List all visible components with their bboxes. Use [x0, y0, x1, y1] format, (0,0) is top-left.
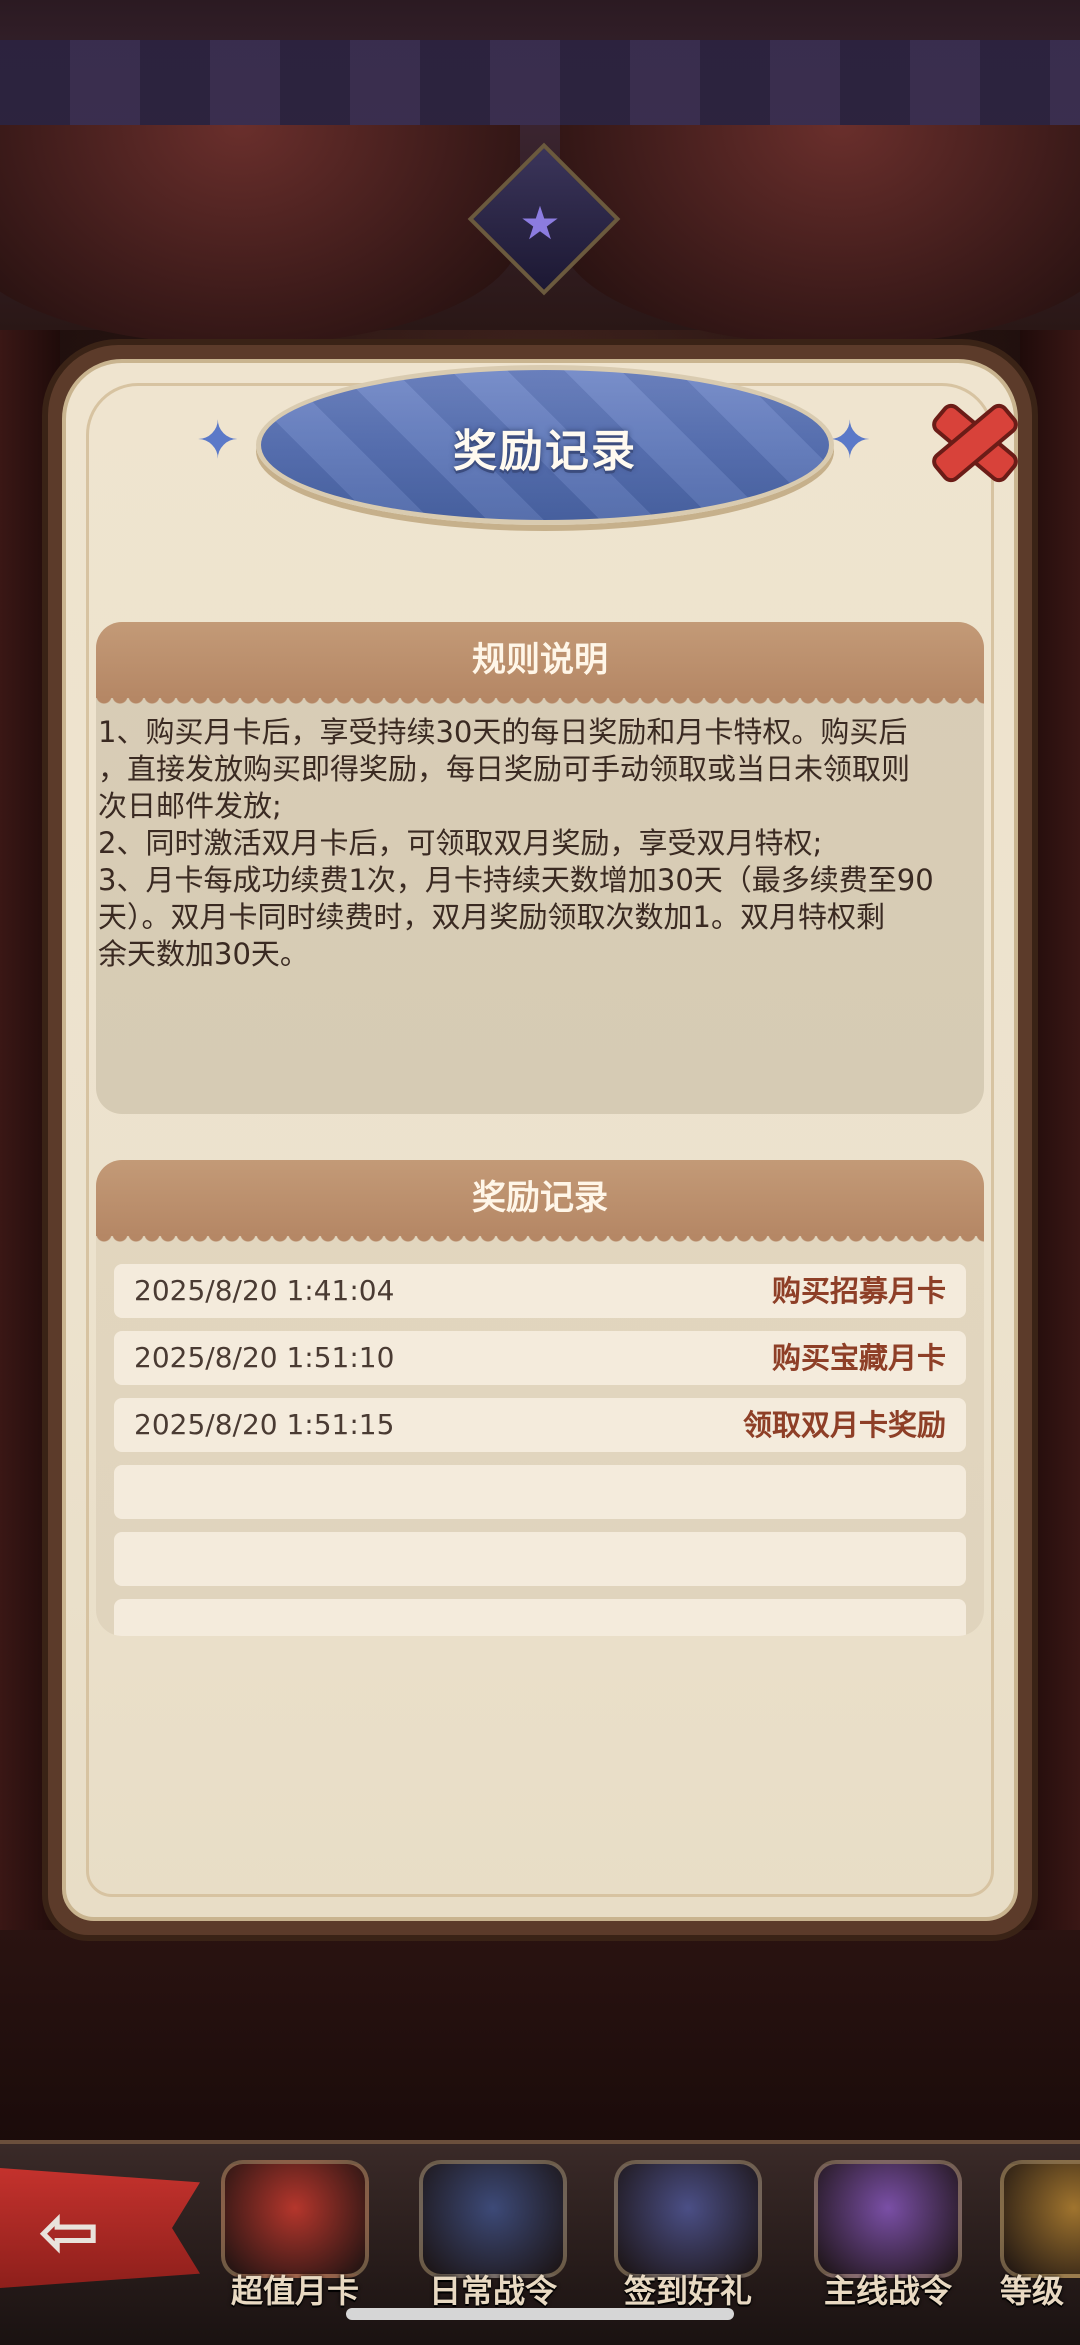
- coupon-icon: [221, 2160, 369, 2278]
- record-row: [114, 1532, 966, 1586]
- record-date: 2025/8/20 1:51:15: [134, 1408, 395, 1441]
- record-action: 购买宝藏月卡: [771, 1341, 946, 1375]
- sword-badge-icon: [419, 2160, 567, 2278]
- record-action: 领取双月卡奖励: [742, 1408, 946, 1442]
- rules-line: 2、同时激活双月卡后，可领取双月奖励，享受双月特权;: [98, 826, 823, 860]
- rules-text: 1、购买月卡后，享受持续30天的每日奖励和月卡特权。购买后 ，直接发放购买即得奖…: [96, 698, 984, 973]
- home-indicator[interactable]: [346, 2308, 734, 2320]
- rules-line: 次日邮件发放;: [98, 789, 282, 823]
- record-row: [114, 1599, 966, 1636]
- record-row: 2025/8/20 1:51:15 领取双月卡奖励: [114, 1398, 966, 1452]
- title-banner: 奖励记录: [256, 365, 834, 525]
- nav-tab-checkin[interactable]: 签到好礼: [608, 2160, 768, 2310]
- rules-line: 余天数加30天。: [98, 937, 309, 971]
- rules-line: 3、月卡每成功续费1次，月卡持续天数增加30天（最多续费至90: [98, 863, 934, 897]
- star-ornament-right-icon: ✦: [828, 411, 872, 471]
- dialog-frame: [86, 383, 994, 1897]
- nav-label: 日常战令: [428, 2272, 557, 2310]
- nav-label: 主线战令: [823, 2272, 952, 2310]
- rules-header: 规则说明: [96, 622, 984, 706]
- nav-label: 超值月卡: [230, 2272, 359, 2310]
- back-arrow-icon[interactable]: ⇦: [38, 2195, 100, 2269]
- record-action: 购买招募月卡: [771, 1274, 946, 1308]
- star-ornament-left-icon: ✦: [196, 411, 240, 471]
- rules-line: ，直接发放购买即得奖励，每日奖励可手动领取或当日未领取则: [98, 752, 911, 786]
- nav-label: 签到好礼: [623, 2272, 752, 2310]
- star-emblem-icon: ★: [519, 196, 561, 250]
- nav-tab-daily-pass[interactable]: 日常战令: [413, 2160, 573, 2310]
- record-row: 2025/8/20 1:41:04 购买招募月卡: [114, 1264, 966, 1318]
- dialog-body: [62, 359, 1018, 1921]
- nav-label: 等级: [1000, 2272, 1065, 2310]
- record-date: 2025/8/20 1:51:10: [134, 1341, 395, 1374]
- record-row: [114, 1465, 966, 1519]
- rules-section: 规则说明 1、购买月卡后，享受持续30天的每日奖励和月卡特权。购买后 ，直接发放…: [96, 622, 984, 1114]
- nav-tab-main-pass[interactable]: 主线战令: [808, 2160, 968, 2310]
- rules-line: 1、购买月卡后，享受持续30天的每日奖励和月卡特权。购买后: [98, 715, 908, 749]
- nav-tab-monthly-card[interactable]: 超值月卡: [215, 2160, 375, 2310]
- record-list[interactable]: 2025/8/20 1:41:04 购买招募月卡 2025/8/20 1:51:…: [114, 1264, 966, 1636]
- nav-tab-level[interactable]: 等级: [1000, 2160, 1080, 2310]
- reward-record-dialog: ✦ ✦ 奖励记录: [48, 345, 1032, 1935]
- close-icon[interactable]: [920, 392, 1022, 487]
- record-date: 2025/8/20 1:41:04: [134, 1274, 395, 1307]
- records-section: 奖励记录 2025/8/20 1:41:04 购买招募月卡 2025/8/20 …: [96, 1160, 984, 1636]
- rules-line: 天）。双月卡同时续费时，双月奖励领取次数加1。双月特权剩: [98, 900, 885, 934]
- stage-valance: [0, 40, 1080, 125]
- dialog-title: 奖励记录: [453, 426, 637, 477]
- level-icon: [1000, 2160, 1080, 2278]
- records-header: 奖励记录: [96, 1160, 984, 1244]
- stage-floor: [0, 1930, 1080, 2150]
- crown-icon: [814, 2160, 962, 2278]
- calendar-icon: [614, 2160, 762, 2278]
- record-row: 2025/8/20 1:51:10 购买宝藏月卡: [114, 1331, 966, 1385]
